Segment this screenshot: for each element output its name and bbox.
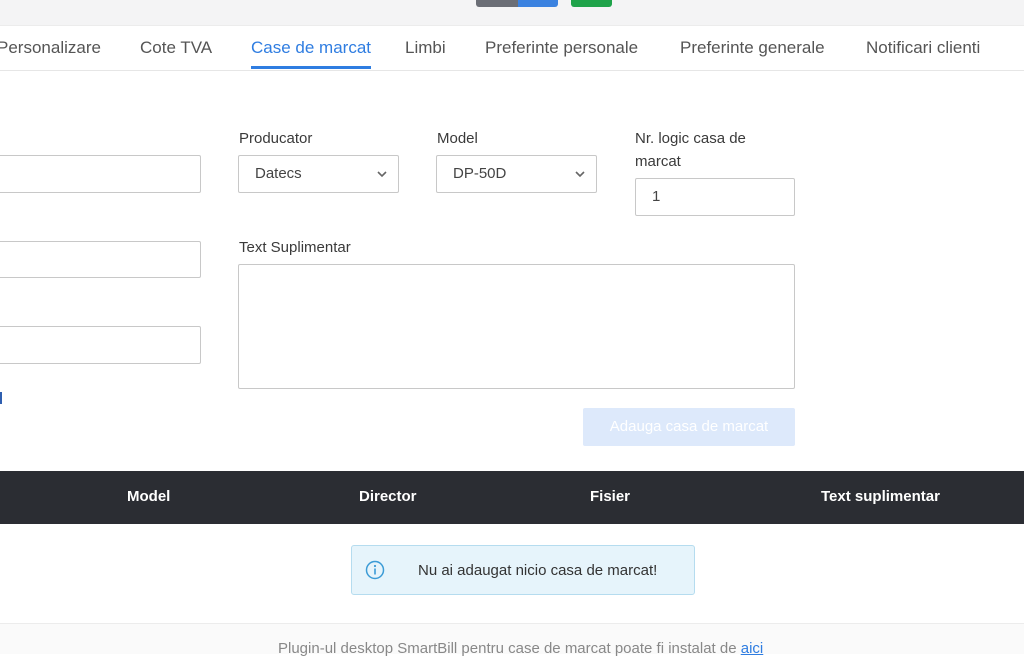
tab-case-de-marcat[interactable]: Case de marcat (251, 38, 371, 69)
tab-limbi[interactable]: Limbi (405, 38, 446, 58)
model-value: DP-50D (453, 165, 507, 182)
nr-logic-value: 1 (652, 188, 661, 205)
nr-logic-label-line1: Nr. logic casa de (635, 130, 746, 147)
column-header-director: Director (359, 488, 417, 505)
empty-state-message: Nu ai adaugat nicio casa de marcat! (418, 562, 658, 579)
info-icon (365, 560, 385, 580)
clipped-link-mark[interactable] (0, 392, 2, 404)
text-suplimentar-label: Text Suplimentar (239, 239, 351, 256)
top-green-button[interactable] (571, 0, 612, 7)
tab-preferinte-personale[interactable]: Preferinte personale (485, 38, 638, 58)
tab-notificari-clienti[interactable]: Notificari clienti (866, 38, 980, 58)
column-header-text-suplimentar: Text suplimentar (821, 488, 940, 505)
chevron-down-icon (377, 171, 387, 178)
footer-text: Plugin-ul desktop SmartBill pentru case … (278, 640, 763, 657)
tab-cote-tva[interactable]: Cote TVA (140, 38, 212, 58)
top-bar (0, 0, 1024, 26)
footer-text-body: Plugin-ul desktop SmartBill pentru case … (278, 640, 741, 657)
column-header-fisier: Fisier (590, 488, 631, 505)
model-label: Model (437, 130, 478, 147)
tab-preferinte-generale[interactable]: Preferinte generale (680, 38, 825, 58)
left-input-2[interactable] (0, 241, 201, 278)
footer: Plugin-ul desktop SmartBill pentru case … (0, 623, 1024, 657)
add-cash-register-button[interactable]: Adauga casa de marcat (583, 408, 795, 446)
top-gray-button[interactable] (476, 0, 518, 7)
column-header-model: Model (127, 488, 171, 505)
producator-value: Datecs (255, 165, 302, 182)
chevron-down-icon (575, 171, 585, 178)
left-input-3[interactable] (0, 326, 201, 364)
nr-logic-input[interactable]: 1 (635, 178, 795, 216)
left-input-1[interactable] (0, 155, 201, 193)
empty-state-alert: Nu ai adaugat nicio casa de marcat! (351, 545, 695, 595)
producator-label: Producator (239, 130, 313, 147)
settings-tabs: Personalizare Cote TVA Case de marcat Li… (0, 26, 1024, 71)
text-suplimentar-textarea[interactable] (238, 264, 795, 389)
model-select[interactable]: DP-50D (436, 155, 597, 193)
nr-logic-label-line2: marcat (635, 153, 681, 170)
tab-personalizare[interactable]: Personalizare (0, 38, 101, 58)
table-header: Model Director Fisier Text suplimentar (0, 471, 1024, 524)
producator-select[interactable]: Datecs (238, 155, 399, 193)
top-blue-button[interactable] (518, 0, 558, 7)
footer-install-link[interactable]: aici (741, 640, 764, 657)
